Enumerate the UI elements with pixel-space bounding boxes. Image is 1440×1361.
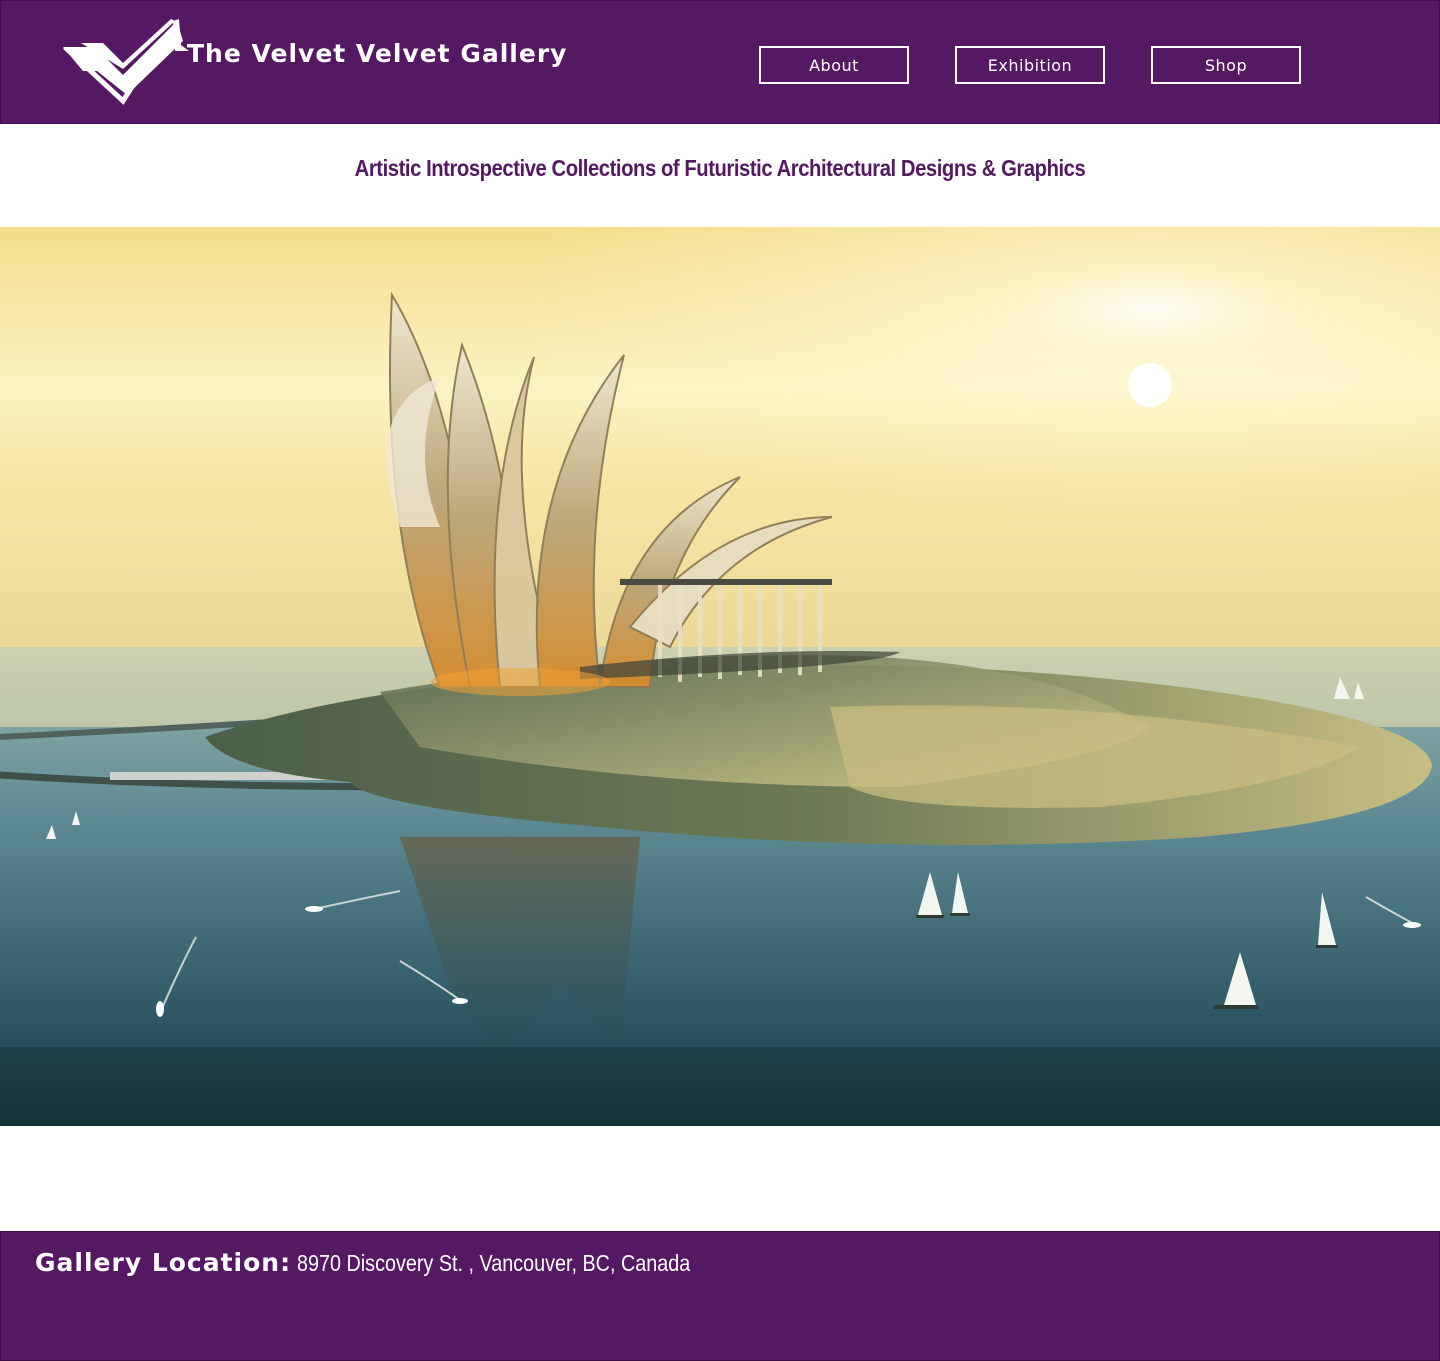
site-header: The Velvet Velvet Gallery About Exhibiti…: [0, 0, 1440, 124]
nav-about-button[interactable]: About: [759, 46, 909, 84]
site-footer: Gallery Location: 8970 Discovery St. , V…: [0, 1231, 1440, 1361]
velvet-v-logo-icon[interactable]: [61, 17, 189, 109]
page-tagline: Artistic Introspective Collections of Fu…: [354, 155, 1086, 181]
site-title[interactable]: The Velvet Velvet Gallery: [187, 39, 567, 68]
nav-exhibition-button[interactable]: Exhibition: [955, 46, 1105, 84]
hero-image: [0, 227, 1440, 1126]
location-label: Gallery Location:: [35, 1248, 292, 1277]
nav-shop-button[interactable]: Shop: [1151, 46, 1301, 84]
location-address: 8970 Discovery St. , Vancouver, BC, Cana…: [297, 1250, 691, 1276]
page: The Velvet Velvet Gallery About Exhibiti…: [0, 0, 1440, 1361]
gallery-location: Gallery Location: 8970 Discovery St. , V…: [35, 1248, 754, 1277]
